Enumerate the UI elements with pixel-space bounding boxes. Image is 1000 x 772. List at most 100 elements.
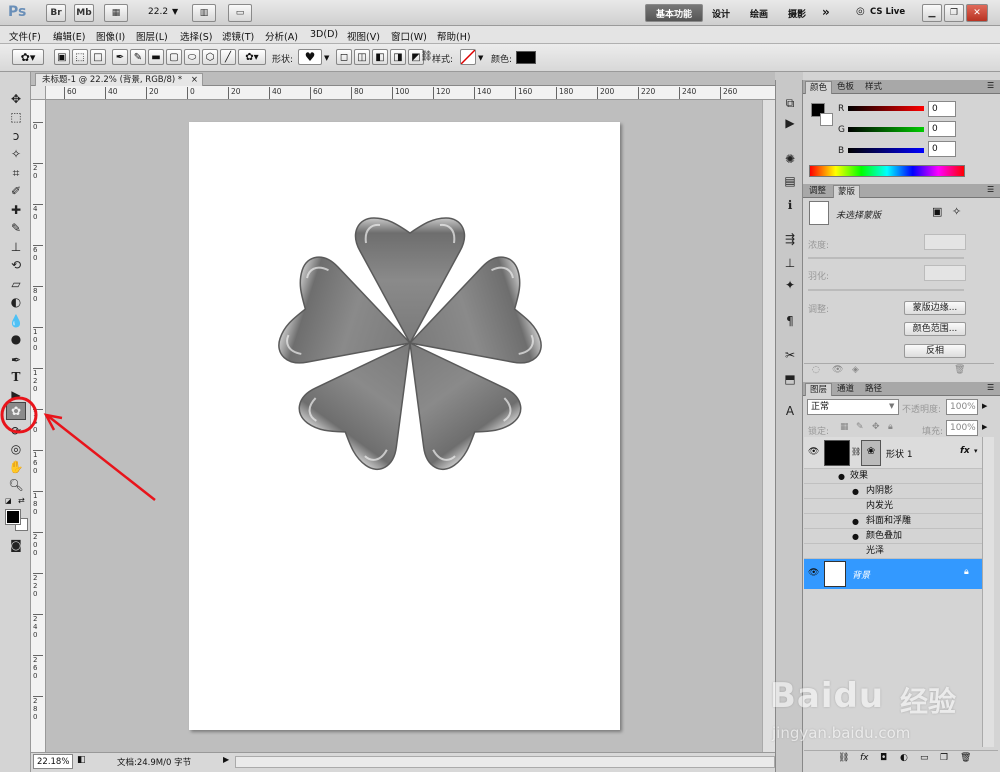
chain-icon[interactable]: ⛓ — [420, 51, 433, 62]
line-option[interactable]: ╱ — [220, 49, 236, 65]
lock-image-icon[interactable]: ✎ — [856, 422, 864, 432]
layer-name[interactable]: 背景 — [852, 568, 870, 581]
zoom-level-select[interactable]: 22.2 — [148, 7, 168, 17]
tool-presets-panel-icon[interactable]: ✦ — [780, 276, 800, 294]
tab-adjustments[interactable]: 调整 — [805, 185, 830, 198]
color-swatch[interactable] — [516, 51, 536, 64]
panel-menu-icon[interactable]: ☰ — [987, 81, 994, 90]
tab-channels[interactable]: 通道 — [833, 383, 858, 396]
effect-row[interactable]: ● 内阴影 — [804, 484, 982, 499]
menu-3d[interactable]: 3D(D) — [310, 29, 338, 40]
lasso-tool-icon[interactable]: ↄ — [6, 127, 26, 145]
3d-panel-icon[interactable]: ✂ — [780, 346, 800, 364]
eyedropper-tool-icon[interactable]: ✐ — [6, 182, 26, 200]
channel-g-slider[interactable] — [848, 127, 924, 132]
screen-mode-button[interactable]: ▭ — [228, 4, 252, 22]
channel-b-slider[interactable] — [848, 148, 924, 153]
histogram-panel-icon[interactable]: ▤ — [780, 172, 800, 190]
tab-styles[interactable]: 样式 — [861, 81, 886, 94]
channel-r-slider[interactable] — [848, 106, 924, 111]
style-picker[interactable] — [460, 49, 476, 65]
eye-icon[interactable]: ● — [852, 514, 859, 529]
mask-edge-button[interactable]: 蒙版边缘... — [904, 301, 966, 315]
layer-row-background[interactable]: 👁︎ 背景 🔒︎ — [804, 559, 982, 589]
flower-shape-artwork[interactable] — [270, 205, 550, 475]
tab-paths[interactable]: 路径 — [861, 383, 886, 396]
channel-b-value[interactable]: 0 — [928, 141, 956, 157]
info-panel-icon[interactable]: ℹ — [780, 196, 800, 214]
menu-help[interactable]: 帮助(H) — [437, 29, 471, 43]
foreground-color-swatch[interactable] — [5, 509, 21, 525]
clone-source-panel-icon[interactable]: ⊥ — [780, 254, 800, 272]
pen-tool-option[interactable]: ✒ — [112, 49, 128, 65]
close-document-icon[interactable]: × — [191, 74, 198, 86]
workspace-essentials[interactable]: 基本功能 — [645, 4, 703, 22]
horizontal-scrollbar[interactable] — [235, 756, 775, 768]
menu-edit[interactable]: 编辑(E) — [53, 29, 85, 43]
delete-mask-icon[interactable]: 🗑︎ — [954, 365, 965, 375]
apply-mask-icon[interactable]: 👁︎ — [832, 365, 843, 375]
marquee-tool-icon[interactable]: ⬚ — [6, 108, 26, 126]
navigator-panel-icon[interactable]: ✺ — [780, 150, 800, 168]
effect-row[interactable]: 内发光 — [804, 499, 982, 514]
blend-mode-select[interactable]: 正常 — [807, 399, 899, 415]
menu-select[interactable]: 选择(S) — [180, 29, 212, 43]
channel-g-value[interactable]: 0 — [928, 121, 956, 137]
healing-brush-tool-icon[interactable]: ✚ — [6, 201, 26, 219]
status-info-icon[interactable]: ◧ — [77, 755, 86, 765]
polygon-option[interactable]: ⬡ — [202, 49, 218, 65]
menu-layer[interactable]: 图层(L) — [136, 29, 168, 43]
load-selection-icon[interactable]: ◌ — [812, 365, 820, 375]
background-color-box[interactable] — [820, 113, 833, 126]
cslive-button[interactable]: CS Live — [870, 7, 905, 17]
disable-mask-icon[interactable]: ◈ — [852, 365, 859, 375]
lock-transparent-icon[interactable]: ▦ — [840, 422, 849, 432]
layer-row-shape[interactable]: 👁︎ ⛓ ❀ 形状 1 fx ▾ — [804, 437, 982, 469]
status-menu-arrow-icon[interactable]: ▶ — [223, 755, 229, 764]
opacity-field[interactable]: 100% — [946, 399, 978, 415]
ruler-origin[interactable] — [31, 86, 46, 100]
more-workspaces-button[interactable]: » — [822, 5, 830, 19]
vector-mask-icon[interactable]: ✧ — [952, 205, 961, 218]
panel-menu-icon[interactable]: ☰ — [987, 185, 994, 194]
panel-menu-icon[interactable]: ☰ — [987, 383, 994, 392]
effects-row[interactable]: ● 效果 — [804, 469, 982, 484]
invert-button[interactable]: 反相 — [904, 344, 966, 358]
vertical-scrollbar[interactable] — [762, 100, 775, 752]
history-panel-icon[interactable]: ⧉ — [780, 94, 800, 112]
menu-analysis[interactable]: 分析(A) — [265, 29, 298, 43]
eye-icon[interactable]: ● — [838, 469, 845, 484]
shape-layers-mode[interactable]: ▣ — [54, 49, 70, 65]
close-button[interactable]: ✕ — [966, 4, 988, 22]
brushes-panel-icon[interactable]: ⇶ — [780, 230, 800, 248]
shape-picker[interactable]: ♥ — [298, 49, 322, 65]
layer-name[interactable]: 形状 1 — [886, 447, 913, 460]
zoom-field[interactable]: 22.18% — [33, 754, 73, 769]
eye-icon[interactable]: ● — [852, 529, 859, 544]
document-tab[interactable]: 未标题-1 @ 22.2% (背景, RGB/8) * × — [35, 73, 203, 87]
paint-bucket-tool-icon[interactable]: ◐ — [6, 293, 26, 311]
brush-tool-icon[interactable]: ✎ — [6, 219, 26, 237]
subtract-shape-mode[interactable]: ◧ — [372, 49, 388, 65]
menu-file[interactable]: 文件(F) — [9, 29, 41, 43]
freeform-pen-option[interactable]: ✎ — [130, 49, 146, 65]
tool-preset-picker[interactable]: ✿▾ — [12, 49, 44, 65]
color-range-button[interactable]: 颜色范围... — [904, 322, 966, 336]
tab-masks[interactable]: 蒙版 — [833, 185, 861, 198]
paths-mode[interactable]: ⬚ — [72, 49, 88, 65]
effect-row[interactable]: ● 斜面和浮雕 — [804, 514, 982, 529]
workspace-photography[interactable]: 摄影 — [788, 7, 806, 20]
workspace-painting[interactable]: 绘画 — [750, 7, 768, 20]
fill-field[interactable]: 100% — [946, 420, 978, 436]
lock-position-icon[interactable]: ✥ — [872, 422, 880, 432]
character-panel-icon[interactable]: A — [780, 402, 800, 420]
type-tool-icon[interactable]: T — [6, 368, 26, 386]
history-brush-tool-icon[interactable]: ⟲ — [6, 256, 26, 274]
eraser-tool-icon[interactable]: ▱ — [6, 275, 26, 293]
effect-row[interactable]: 光泽 — [804, 544, 982, 559]
channel-r-value[interactable]: 0 — [928, 101, 956, 117]
minimize-button[interactable]: ▁ — [922, 4, 942, 22]
workspace-design[interactable]: 设计 — [712, 7, 730, 20]
blur-tool-icon[interactable]: 💧 — [6, 312, 26, 330]
menu-filter[interactable]: 滤镜(T) — [222, 29, 254, 43]
